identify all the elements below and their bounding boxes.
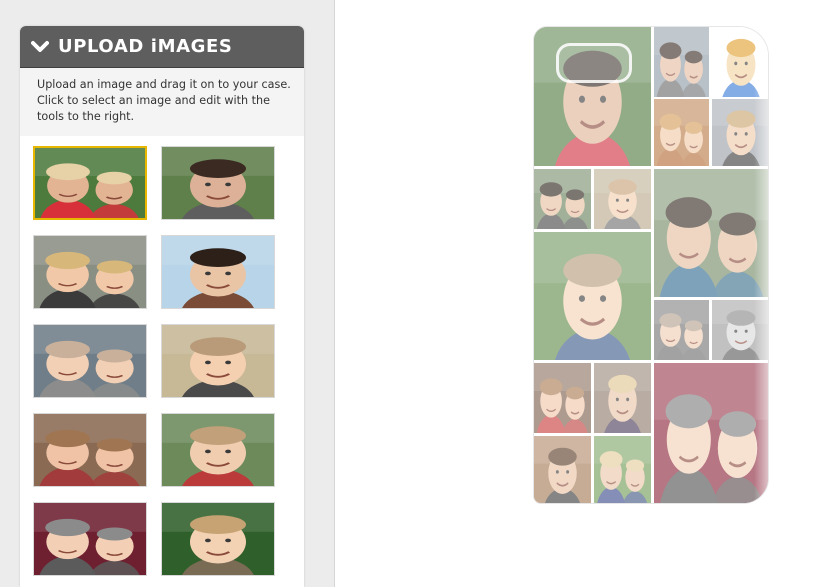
case-tile-image [712, 27, 768, 97]
thumbnail-baby-portrait-1[interactable] [161, 502, 275, 576]
thumbnail-baby-lying-1[interactable] [161, 324, 275, 398]
thumbnail-image [34, 414, 146, 486]
thumbnail-image [162, 503, 274, 575]
case-tile-image [534, 436, 591, 503]
thumbnail-family-photo-1[interactable] [33, 146, 147, 220]
panel-description: Upload an image and drag it on to your c… [20, 68, 304, 136]
case-tile-image [594, 436, 651, 503]
chevron-down-icon[interactable] [31, 40, 49, 54]
case-tile-baby-hat-photo[interactable] [654, 99, 709, 166]
case-tile-image [534, 169, 591, 229]
case-tile-girls-dress-photo[interactable] [534, 436, 591, 503]
thumbnail-baby-lying-2[interactable] [161, 413, 275, 487]
thumbnail-baby-sitting-1[interactable] [33, 413, 147, 487]
case-tile-image [594, 363, 651, 433]
case-tile-image [654, 99, 709, 166]
case-tile-mum-boy-photo[interactable] [594, 436, 651, 503]
thumbnail-image [34, 503, 146, 575]
left-sidebar: UPLOAD iMAGES Upload an image and drag i… [0, 0, 335, 587]
case-tile-image [654, 169, 768, 297]
case-tile-image [594, 169, 651, 229]
camera-cutout [556, 43, 632, 83]
thumbnail-image [34, 236, 146, 308]
thumbnail-image [162, 325, 274, 397]
thumbnail-image [34, 325, 146, 397]
case-tile-image [654, 300, 709, 360]
thumbnail-image [162, 236, 274, 308]
case-tile-baby-red-photo[interactable] [534, 363, 591, 433]
thumbnail-grid [20, 136, 304, 587]
case-tile-family-group-photo[interactable] [654, 169, 768, 297]
upload-images-panel: UPLOAD iMAGES Upload an image and drag i… [20, 26, 304, 587]
case-tile-baby-face-photo[interactable] [654, 300, 709, 360]
case-tile-image [534, 232, 651, 360]
case-tile-image [712, 300, 768, 360]
case-tile-baby-bw-photo[interactable] [712, 300, 768, 360]
case-tile-baby-grin-photo[interactable] [534, 232, 651, 360]
phone-case-preview[interactable] [533, 26, 769, 504]
thumbnail-child-photo-1[interactable] [33, 235, 147, 309]
case-tile-mum-baby-photo[interactable] [594, 363, 651, 433]
thumbnail-image [35, 148, 145, 218]
case-tile-cartoon-sticker[interactable] [712, 27, 768, 97]
panel-title: UPLOAD iMAGES [58, 36, 233, 57]
thumbnail-selfie-photo-1[interactable] [161, 235, 275, 309]
case-tile-baby-pram-large[interactable] [654, 363, 768, 503]
thumbnail-baby-closeup-1[interactable] [33, 324, 147, 398]
case-tile-image [654, 27, 709, 97]
case-tile-image [712, 99, 768, 166]
thumbnail-image [162, 147, 274, 219]
thumbnail-baby-pram-1[interactable] [33, 502, 147, 576]
upload-images-header[interactable]: UPLOAD iMAGES [20, 26, 304, 68]
thumbnail-family-photo-2[interactable] [161, 146, 275, 220]
case-tile-boy-suit-photo[interactable] [712, 99, 768, 166]
case-tile-dad-baby-photo[interactable] [654, 27, 709, 97]
thumbnail-image [162, 414, 274, 486]
case-tile-mum-dad-photo[interactable] [534, 169, 591, 229]
case-tile-baby-chair-photo[interactable] [594, 169, 651, 229]
case-tile-image [654, 363, 768, 503]
case-tile-image [534, 363, 591, 433]
